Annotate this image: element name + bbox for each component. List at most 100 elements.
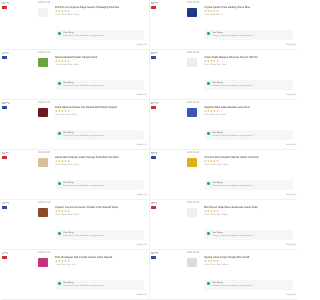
seller-name: Thai Wang bbox=[212, 181, 223, 184]
reviewer-meta: Sa***h bbox=[151, 252, 185, 259]
review-item: Ni***k 2024-10-05 Turmeric Root Powder Nat… bbox=[151, 150, 298, 200]
seller-reply: Thai Wang Thank you for your feedback, we… bbox=[56, 280, 144, 290]
seller-avatar-icon bbox=[207, 132, 210, 135]
seller-name: Thai Wang bbox=[212, 231, 223, 234]
product-variant: Color: White Size: 5cm bbox=[204, 64, 227, 66]
seller-name: Thai Wang bbox=[212, 131, 223, 134]
seller-avatar-icon bbox=[207, 232, 210, 235]
rating-stars: ★★★★★ bbox=[55, 259, 71, 263]
review-item: Ev***a 2024-10-05 Sapphire Blue Glass Bead… bbox=[151, 100, 298, 150]
seller-avatar-icon bbox=[58, 132, 61, 135]
product-variant: Color: Red Size: 250g bbox=[55, 114, 77, 116]
rating-stars: ★★★★★ bbox=[204, 259, 220, 263]
seller-reply-text: Thank you for your feedback, we apprecia… bbox=[212, 184, 254, 187]
buyer-name: Ro***o bbox=[151, 2, 159, 5]
seller-avatar-icon bbox=[207, 82, 210, 85]
seller-avatar-icon bbox=[58, 282, 61, 285]
country-flag-icon bbox=[2, 256, 7, 259]
product-variant: Color: White Size: 7x9cm bbox=[55, 14, 80, 16]
seller-reply-text: Thank you for your feedback, we apprecia… bbox=[63, 184, 105, 187]
reviewer-meta: Ro***o bbox=[151, 2, 185, 9]
product-variant: Color: White Size: 20pcs bbox=[204, 214, 228, 216]
product-variant: Color: Pink Size: 1kg bbox=[55, 264, 76, 266]
rating-stars: ★★★★★ bbox=[55, 9, 71, 13]
seller-reply-text: Thank you for your feedback, we apprecia… bbox=[212, 134, 254, 137]
product-variant: Color: Brown Size: 500g bbox=[55, 214, 79, 216]
review-item: Jo***n 2024-10-06 Natural Herbal Powder Sa… bbox=[2, 50, 149, 100]
product-thumbnail[interactable] bbox=[38, 158, 48, 167]
product-thumbnail[interactable] bbox=[38, 208, 48, 217]
helpful-button[interactable]: Helpful (0) bbox=[137, 94, 147, 96]
country-flag-icon bbox=[2, 6, 7, 9]
product-thumbnail[interactable] bbox=[187, 8, 197, 17]
seller-avatar-icon bbox=[58, 232, 61, 235]
seller-reply-text: Thank you for your feedback, we apprecia… bbox=[63, 234, 105, 237]
review-date: 2024-10-04 bbox=[38, 251, 51, 254]
reviewer-meta: Su***e bbox=[2, 2, 36, 9]
reviewer-meta: Ma***a bbox=[2, 102, 36, 109]
review-date: 2024-10-04 bbox=[187, 201, 200, 204]
review-item: Ro***o 2024-10-06 Crystal Quartz Point Hea… bbox=[151, 0, 298, 50]
product-thumbnail[interactable] bbox=[187, 208, 197, 217]
rating-stars: ★★★★★ bbox=[55, 109, 71, 113]
reviewer-meta: Li***s bbox=[2, 252, 36, 259]
seller-reply-text: Thank you for your feedback, we apprecia… bbox=[212, 234, 254, 237]
review-date: 2024-10-05 bbox=[38, 101, 51, 104]
seller-avatar-icon bbox=[58, 182, 61, 185]
product-thumbnail[interactable] bbox=[187, 108, 197, 117]
review-item: Pe***r 2024-10-06 Cotton Pads Makeup Remov… bbox=[151, 50, 298, 100]
review-date: 2024-10-05 bbox=[187, 101, 200, 104]
reviewer-meta: Ka***r bbox=[2, 152, 36, 159]
product-thumbnail[interactable] bbox=[187, 58, 197, 67]
seller-name: Thai Wang bbox=[63, 181, 74, 184]
seller-reply-text: Thank you for your feedback, we apprecia… bbox=[212, 84, 254, 87]
seller-avatar-icon bbox=[207, 282, 210, 285]
buyer-name: Al***x bbox=[151, 202, 158, 205]
product-variant: Color: Yellow Size: 250g bbox=[204, 164, 228, 166]
product-thumbnail[interactable] bbox=[187, 158, 197, 167]
helpful-button[interactable]: Helpful (0) bbox=[137, 244, 147, 246]
seller-avatar-icon bbox=[207, 182, 210, 185]
review-item: Al***x 2024-10-04 Mini Round Soap Bars Han… bbox=[151, 200, 298, 250]
reviewer-meta: Ni***k bbox=[151, 152, 185, 159]
helpful-button[interactable]: Helpful (0) bbox=[286, 194, 296, 196]
buyer-name: Li***s bbox=[2, 252, 8, 255]
helpful-button[interactable]: Helpful (0) bbox=[137, 44, 147, 46]
helpful-button[interactable]: Helpful (0) bbox=[137, 294, 147, 296]
reviewer-meta: Pe***r bbox=[151, 52, 185, 59]
helpful-button[interactable]: Helpful (0) bbox=[286, 44, 296, 46]
country-flag-icon bbox=[151, 156, 156, 159]
product-thumbnail[interactable] bbox=[38, 8, 48, 17]
product-thumbnail[interactable] bbox=[38, 108, 48, 117]
review-date: 2024-10-06 bbox=[187, 51, 200, 54]
seller-reply: Thai Wang Thank you for your feedback, we… bbox=[205, 280, 293, 290]
helpful-button[interactable]: Helpful (1) bbox=[137, 144, 147, 146]
rating-stars: ★★★★★ bbox=[204, 209, 220, 213]
review-column-left: Su***e 2024-10-06 100 Pcs Lot Organza Bags… bbox=[2, 0, 149, 300]
rating-stars: ★★★★★ bbox=[55, 59, 71, 63]
seller-name: Thai Wang bbox=[212, 31, 223, 34]
seller-avatar-icon bbox=[207, 32, 210, 35]
seller-avatar-icon bbox=[58, 82, 61, 85]
rating-stars: ★★★★★ bbox=[204, 9, 220, 13]
review-item: Su***e 2024-10-06 100 Pcs Lot Organza Bags… bbox=[2, 0, 149, 50]
helpful-button[interactable]: Helpful (0) bbox=[286, 94, 296, 96]
product-thumbnail[interactable] bbox=[187, 258, 197, 267]
product-thumbnail[interactable] bbox=[38, 258, 48, 267]
helpful-button[interactable]: Helpful (0) bbox=[137, 194, 147, 196]
review-item: Ka***r 2024-10-05 Handmade Natural Loofah … bbox=[2, 150, 149, 200]
product-thumbnail[interactable] bbox=[38, 58, 48, 67]
product-variant: Color: Blue Size: S bbox=[204, 14, 223, 16]
rating-stars: ★★★★★ bbox=[204, 159, 220, 163]
helpful-button[interactable]: Helpful (0) bbox=[286, 144, 296, 146]
country-flag-icon bbox=[2, 206, 7, 209]
reviewer-meta: An***e bbox=[2, 202, 36, 209]
buyer-name: Sa***h bbox=[151, 252, 159, 255]
helpful-button[interactable]: Helpful (0) bbox=[286, 294, 296, 296]
review-date: 2024-10-06 bbox=[38, 51, 51, 54]
product-variant: Color: Clear Size: 5x5cm bbox=[204, 264, 229, 266]
review-date: 2024-10-04 bbox=[187, 251, 200, 254]
helpful-button[interactable]: Helpful (0) bbox=[286, 244, 296, 246]
seller-reply: Thai Wang Thank you for your feedback, we… bbox=[56, 180, 144, 190]
reviewer-meta: Ev***a bbox=[151, 102, 185, 109]
